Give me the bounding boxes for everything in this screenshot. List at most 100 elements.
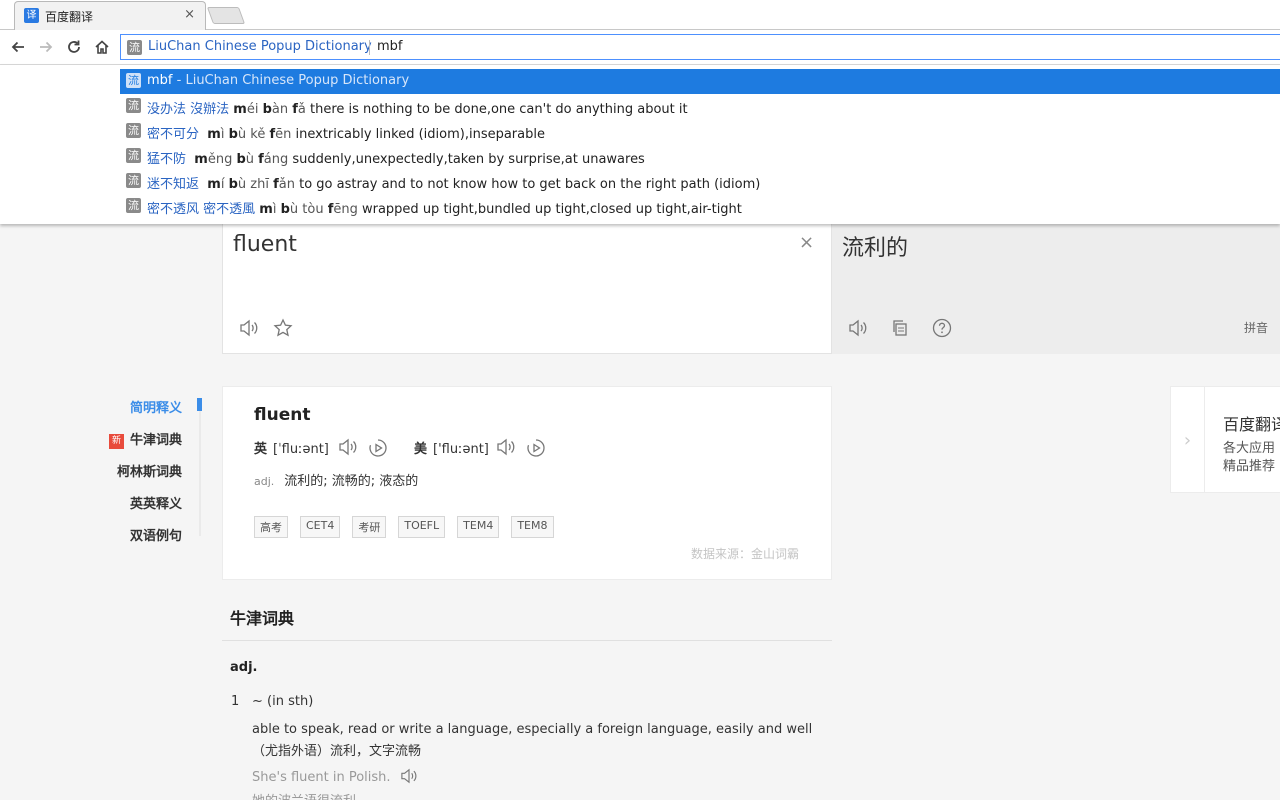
suggestion-definition: suddenly,unexpectedly,taken by surprise,… [292,152,645,167]
reload-button[interactable] [63,36,85,58]
chevron-right-icon[interactable]: › [1171,387,1205,492]
uk-phonetic: [ˈfluːənt] [273,442,329,457]
speaker-icon[interactable] [237,316,261,340]
example-translation: 她的波兰语很流利。 [252,790,369,800]
star-icon[interactable] [271,316,295,340]
suggestion-definition: inextricably linked (idiom),inseparable [295,127,545,142]
promo-line: 精品推荐 [1223,459,1276,474]
example-text: She's fluent in Polish. [252,770,391,785]
exam-tag: CET4 [300,516,341,538]
promo-line: 各大应用 [1223,441,1276,456]
back-button[interactable] [7,36,29,58]
uk-speaker-icon[interactable] [336,435,360,459]
data-source-note: 数据来源：金山词霸 [690,547,799,561]
copy-icon[interactable] [888,316,912,340]
liuchan-icon: 流 [126,123,141,138]
suggestion-definition: wrapped up tight,bundled up tight,closed… [361,202,742,217]
part-of-speech: adj. [254,475,275,488]
nav-item-simple-definition[interactable]: 简明释义 [130,397,182,416]
us-play-slow-icon[interactable] [524,436,548,460]
tab-baidu-translate[interactable]: 译 百度翻译 × [14,1,206,30]
target-text-panel: 流利的 拼音 [832,224,1280,354]
suggestion-pinyin: mí bù zhī fǎn [207,177,295,192]
suggestion-pinyin: mì bù kě fēn [207,127,292,142]
omnibox-query[interactable]: mbf [377,39,403,54]
speaker-icon[interactable] [399,768,419,784]
suggestion-pinyin: méi bàn fǎ [233,102,306,117]
omnibox-suggestions: 流 mbf - LiuChan Chinese Popup Dictionary… [0,65,1280,224]
omnibox-separator [369,40,370,55]
us-label: 美 [414,442,428,457]
tab-strip: 译 百度翻译 × [0,0,1280,30]
suggestion-row[interactable]: 流 密不透风 密不透風 mì bù tòu fēng wrapped up ti… [120,194,1280,219]
browser-toolbar: 流 LiuChan Chinese Popup Dictionary mbf [0,30,1280,65]
suggestion-hanzi: 密不透风 密不透風 [147,202,256,217]
speaker-icon[interactable] [846,316,870,340]
suggestion-row[interactable]: 流 迷不知返 mí bù zhī fǎn to go astray and to… [120,169,1280,194]
nav-item-english-definition[interactable]: 英英释义 [130,493,182,512]
sense-definition: able to speak, read or write a language,… [252,722,813,759]
us-pronunciation: 美 ['fluːənt] [414,438,489,457]
tab-title: 百度翻译 [45,10,94,24]
nav-item-label: 牛津词典 [129,433,182,448]
address-bar[interactable]: 流 LiuChan Chinese Popup Dictionary mbf [120,34,1280,60]
source-text-input[interactable]: fluent [233,232,297,257]
meanings: 流利的; 流畅的; 液态的 [284,474,419,489]
uk-play-slow-icon[interactable] [366,436,390,460]
promo-title: 百度翻译 [1223,415,1280,434]
liuchan-icon: 流 [126,98,141,113]
exam-tags: 高考 CET4 考研 TOEFL TEM4 TEM8 [254,516,554,538]
home-icon [95,40,109,54]
translation-result: 流利的 [842,236,909,261]
nav-item-collins[interactable]: 柯林斯词典 [117,461,182,480]
exam-tag: 考研 [352,516,387,538]
translate-favicon-icon: 译 [24,8,39,23]
suggestion-row[interactable]: 流 密不可分 mì bù kě fēn inextricably linked … [120,119,1280,144]
headword: fluent [254,405,311,425]
divider [222,640,832,641]
pinyin-toggle[interactable]: 拼音 [1244,319,1268,336]
suggestion-definition: to go astray and to not know how to get … [299,177,761,192]
exam-tag: 高考 [254,516,288,538]
tab-close-icon[interactable]: × [184,7,195,22]
exam-tag: TEM4 [457,516,500,538]
simple-definition-card: fluent 英 [ˈfluːənt] 美 ['fluːənt] adj. 流利的; … [222,386,832,580]
home-button[interactable] [91,36,113,58]
app-promo-card[interactable]: › 百度翻译 各大应用 精品推荐 [1170,386,1280,493]
example-sentence: She's fluent in Polish. [252,768,419,785]
sense-number: 1 [231,694,240,709]
suggestion-hanzi: 没办法 沒辦法 [147,102,230,117]
help-icon[interactable] [930,316,954,340]
suggestion-query: mbf [147,73,173,88]
nav-track [199,398,201,536]
exam-tag: TEM8 [511,516,554,538]
clear-input-icon[interactable]: × [799,232,814,253]
suggestion-pinyin: mì bù tòu fēng [259,202,358,217]
suggestion-definition: there is nothing to be done,one can't do… [310,102,688,117]
nav-item-bilingual-examples[interactable]: 双语例句 [130,525,182,544]
liuchan-icon: 流 [126,73,141,88]
meaning-row: adj. 流利的; 流畅的; 液态的 [254,470,418,489]
liuchan-icon: 流 [126,148,141,163]
suggestion-row[interactable]: 流 mbf - LiuChan Chinese Popup Dictionary [120,69,1280,94]
reload-icon [68,40,80,53]
nav-item-oxford[interactable]: 新牛津词典 [108,429,182,449]
liuchan-icon: 流 [127,40,142,55]
suggestion-pinyin: měng bù fáng [194,152,289,167]
nav-active-indicator [197,398,202,411]
suggestion-hanzi: 猛不防 [147,152,187,167]
us-speaker-icon[interactable] [494,435,518,459]
suggestion-row[interactable]: 流 没办法 沒辦法 méi bàn fǎ there is nothing to… [120,94,1280,119]
exam-tag: TOEFL [398,516,446,538]
suggestion-source: - LiuChan Chinese Popup Dictionary [176,73,410,88]
forward-button[interactable] [35,36,57,58]
suggestion-hanzi: 密不可分 [147,127,200,142]
oxford-section-title: 牛津词典 [230,609,295,628]
oxford-part-of-speech: adj. [230,660,258,675]
arrow-right-icon [40,41,53,53]
us-phonetic: ['fluːənt] [433,442,489,457]
new-tab-button[interactable] [206,7,246,24]
omnibox-keyword-chip: LiuChan Chinese Popup Dictionary [148,39,372,54]
source-text-panel: fluent × [222,224,832,354]
suggestion-row[interactable]: 流 猛不防 měng bù fáng suddenly,unexpectedly… [120,144,1280,169]
